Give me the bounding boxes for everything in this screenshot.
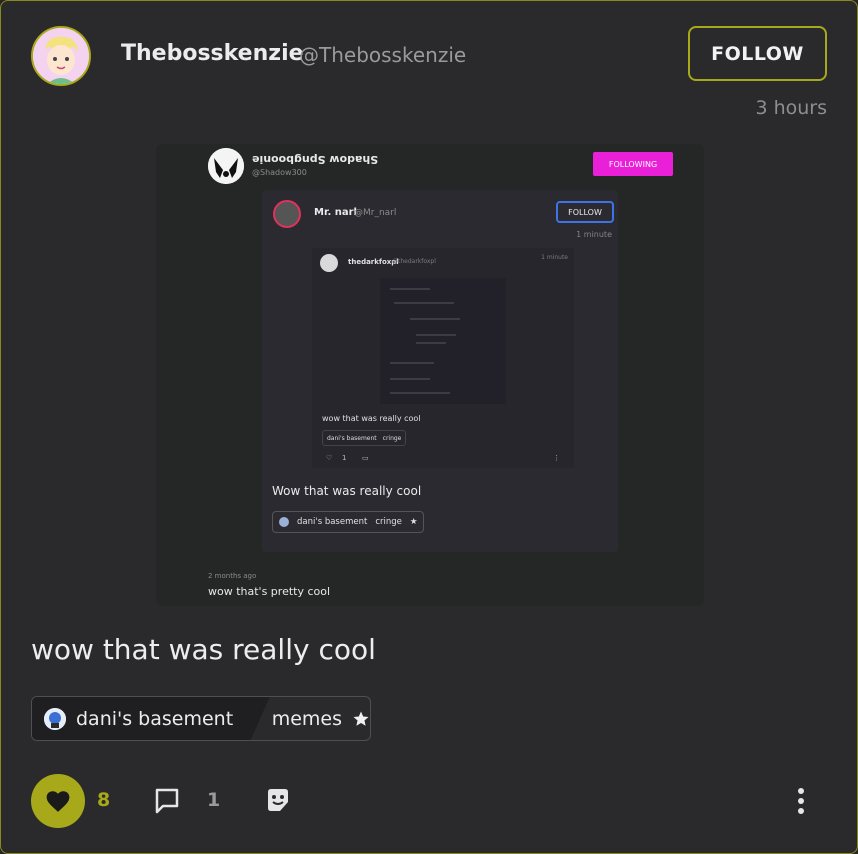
embed-nested-avatar: [273, 200, 301, 228]
embed-nested-handle: @Mr_narl: [354, 208, 397, 218]
embed-deep-tag-community: dani's basement: [327, 434, 377, 442]
like-count: 8: [97, 789, 111, 811]
embed-deep-like-count: 1: [342, 454, 347, 462]
post-image[interactable]: Shadow Spngboonie @Shadow300 FOLLOWING M…: [156, 144, 704, 606]
sticker-icon[interactable]: [263, 785, 293, 815]
post-card: Thebosskenzie @Thebosskenzie FOLLOW 3 ho…: [0, 0, 858, 854]
embed-following-button: FOLLOWING: [593, 152, 673, 176]
star-icon: [353, 711, 369, 726]
embed-nested-post: Mr. narl @Mr_narl FOLLOW 1 minute thedar…: [262, 190, 618, 552]
embed-deep-comment-icon: ▭: [362, 454, 369, 462]
embed-nested-name: Mr. narl: [314, 207, 357, 218]
embed-nested-time: 1 minute: [576, 230, 612, 239]
badger-icon: [208, 148, 244, 184]
comment-icon[interactable]: [152, 785, 182, 815]
embed-deep-more-icon: ⋮: [553, 454, 560, 462]
embed-nested-tag-icon: [279, 517, 289, 527]
post-text: wow that was really cool: [31, 633, 376, 666]
embed-deep-tag: dani's basement cringe: [322, 430, 407, 446]
embed-deep-actions: ♡ 1 ▭ ⋮: [326, 454, 560, 466]
embed-deep-heart-icon: ♡: [326, 454, 333, 462]
embed-author-avatar: [208, 148, 244, 184]
community-tag-left[interactable]: dani's basement: [32, 697, 270, 740]
embed-nested-follow-button: FOLLOW: [556, 201, 614, 223]
author-handle[interactable]: @Thebosskenzie: [299, 43, 466, 67]
embed-nested-text: Wow that was really cool: [272, 484, 422, 498]
embed-deep-time: 1 minute: [541, 254, 568, 261]
more-vertical-icon[interactable]: [786, 785, 816, 817]
category-tag[interactable]: memes: [270, 697, 370, 740]
avatar-image: [33, 28, 89, 84]
community-tag[interactable]: dani's basement memes: [31, 696, 371, 741]
category-name: memes: [271, 707, 342, 730]
heart-icon: [46, 791, 70, 812]
embed-deep-avatar: [320, 254, 338, 272]
embed-time: 2 months ago: [208, 572, 257, 580]
embed-nested-tag-category: cringe: [375, 517, 402, 527]
embed-deep-text: wow that was really cool: [322, 414, 421, 423]
embed-nested-star-icon: ★: [409, 517, 418, 527]
embed-deep-handle: @thedarkfoxpl: [392, 258, 436, 265]
embed-deep-post: thedarkfoxpl @thedarkfoxpl 1 minute wow …: [312, 248, 574, 468]
embed-author-name: Shadow Spngboonie: [252, 153, 379, 166]
embed-text: wow that's pretty cool: [208, 585, 331, 598]
follow-button[interactable]: FOLLOW: [688, 26, 827, 81]
comment-count: 1: [207, 789, 221, 811]
embed-deep-tag-category: cringe: [382, 434, 402, 442]
embed-nested-tag: dani's basement cringe ★: [272, 511, 425, 533]
author-avatar[interactable]: [31, 26, 91, 86]
community-name: dani's basement: [76, 707, 234, 730]
embed-author-handle: @Shadow300: [252, 168, 307, 177]
post-time: 3 hours: [755, 97, 827, 119]
embed-nested-tag-community: dani's basement: [297, 517, 368, 527]
embed-deepest-screenshot: [380, 278, 506, 404]
like-button[interactable]: [31, 774, 85, 828]
community-avatar-icon: [44, 707, 66, 730]
author-name[interactable]: Thebosskenzie: [121, 41, 304, 66]
